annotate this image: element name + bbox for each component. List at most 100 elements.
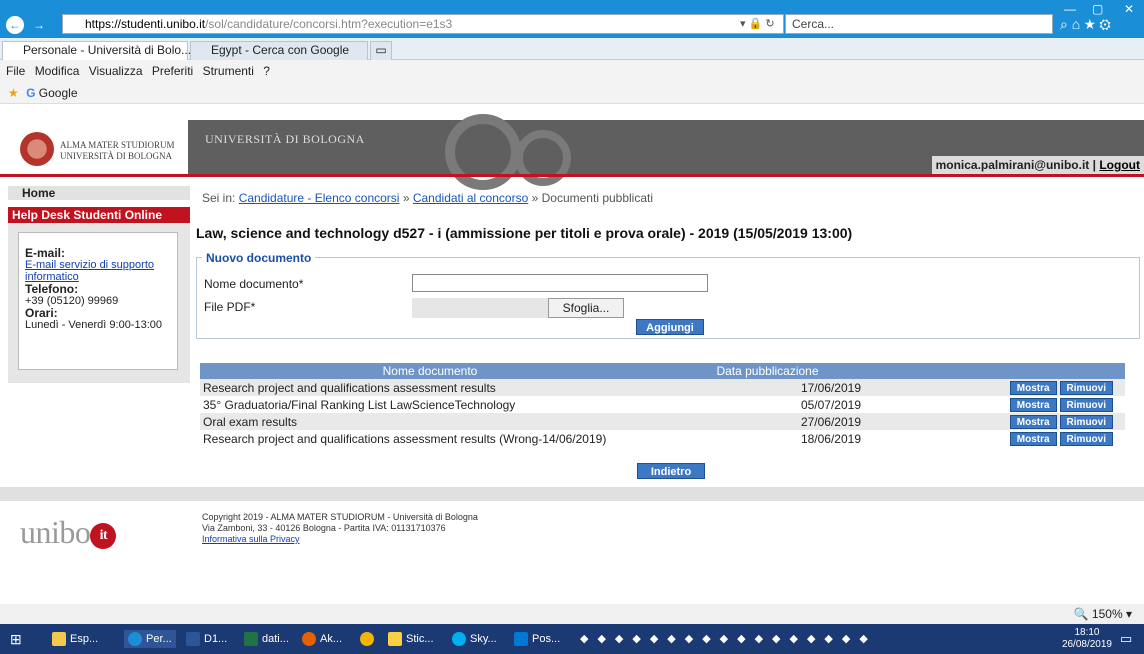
favorites-bar: ★ G Google xyxy=(0,82,1144,104)
taskbar-firefox[interactable]: Ak... xyxy=(302,630,342,648)
footer-divider xyxy=(0,487,1144,501)
windows-start-icon[interactable]: ⊞ xyxy=(10,630,22,648)
search-input[interactable]: Cerca... xyxy=(785,14,1053,34)
taskbar-label: D1... xyxy=(204,633,228,645)
university-logo[interactable]: ALMA MATER STUDIORUM UNIVERSITÀ DI BOLOG… xyxy=(0,120,190,174)
phone-label: Telefono: xyxy=(25,282,79,296)
sidebar-item-home[interactable]: Home xyxy=(8,186,190,200)
taskbar-sticky[interactable]: Stic... xyxy=(388,630,434,648)
hours-label: Orari: xyxy=(25,306,58,320)
breadcrumb-elenco-concorsi[interactable]: Candidature - Elenco concorsi xyxy=(239,191,400,205)
maximize-icon[interactable]: ▢ xyxy=(1092,2,1103,16)
publication-date: 18/06/2019 xyxy=(800,431,861,446)
copyright-text: Copyright 2019 - ALMA MATER STUDIORUM - … xyxy=(202,512,478,522)
column-header-actions xyxy=(875,363,1125,379)
address-bar[interactable]: https://studenti.unibo.it/sol/candidatur… xyxy=(62,14,784,34)
tab-bar: Personale - Università di Bolo... Egypt … xyxy=(0,38,1144,60)
url-host: https://studenti.unibo.it xyxy=(85,17,206,31)
helpdesk-box: E-mail: E-mail servizio di supporto info… xyxy=(18,232,178,370)
document-name-input[interactable] xyxy=(412,274,708,292)
taskbar-chrome[interactable] xyxy=(360,630,378,648)
show-button[interactable]: Mostra xyxy=(1009,381,1057,395)
gear-icon-small xyxy=(515,130,571,186)
show-button[interactable]: Mostra xyxy=(1009,415,1057,429)
documents-table: Nome documento Data pubblicazione Resear… xyxy=(200,363,1125,447)
breadcrumb-candidati[interactable]: Candidati al concorso xyxy=(413,191,528,205)
office-hours: Lunedì - Venerdì 9:00-13:00 xyxy=(25,319,162,331)
skype-icon xyxy=(452,632,466,647)
email-label: E-mail: xyxy=(25,246,66,260)
word-icon xyxy=(186,632,200,647)
remove-button[interactable]: Rimuovi xyxy=(1059,381,1113,395)
lock-icon: ▾ 🔒 ↻ xyxy=(740,18,775,30)
remove-button[interactable]: Rimuovi xyxy=(1059,415,1113,429)
menu-modifica[interactable]: Modifica xyxy=(35,64,80,78)
gear-icon xyxy=(445,114,521,190)
menu-preferiti[interactable]: Preferiti xyxy=(152,64,193,78)
toolbar-icons[interactable]: ⌕ ⌂ ★ ⚙ xyxy=(1060,16,1111,33)
taskbar-label: Pos... xyxy=(532,633,561,645)
menu-strumenti[interactable]: Strumenti xyxy=(203,64,254,78)
unibo-logo[interactable]: unibo it xyxy=(20,514,117,551)
firefox-icon xyxy=(302,632,316,647)
forward-icon[interactable]: → xyxy=(30,16,48,34)
sticky-notes-icon xyxy=(388,632,402,647)
favorites-star-icon[interactable]: ★ xyxy=(8,86,19,100)
tab-egypt[interactable]: Egypt - Cerca con Google xyxy=(190,41,368,60)
taskbar-clock[interactable]: 18:10 26/08/2019 xyxy=(1062,627,1112,651)
google-g-icon: G xyxy=(26,86,36,100)
close-icon[interactable]: ✕ xyxy=(1124,2,1134,16)
url-path: /sol/candidature/concorsi.htm?execution=… xyxy=(205,17,453,31)
unibo-it-badge: it xyxy=(90,522,117,549)
row-actions: Mostra Rimuovi xyxy=(875,396,1125,413)
favorite-google[interactable]: Google xyxy=(39,86,78,100)
taskbar-explorer[interactable]: Esp... xyxy=(52,630,98,648)
menu-visualizza[interactable]: Visualizza xyxy=(89,64,143,78)
remove-button[interactable]: Rimuovi xyxy=(1059,398,1113,412)
remove-button[interactable]: Rimuovi xyxy=(1059,432,1113,446)
seal-icon xyxy=(20,132,54,166)
logo-line2: UNIVERSITÀ DI BOLOGNA xyxy=(60,151,172,161)
publication-date: 05/07/2019 xyxy=(800,397,861,412)
new-tab-button[interactable]: ▭ xyxy=(370,41,392,60)
logout-link[interactable]: Logout xyxy=(1099,158,1140,172)
windows-taskbar: ⊞ Esp... Per... D1... dati... Ak... Stic… xyxy=(0,624,1144,654)
table-row: Oral exam results 27/06/2019 Mostra Rimuo… xyxy=(200,413,1125,430)
pdf-file-input[interactable] xyxy=(412,298,548,318)
add-button[interactable]: Aggiungi xyxy=(636,319,704,335)
table-row: Research project and qualifications asse… xyxy=(200,430,1125,447)
document-name-label: Nome documento* xyxy=(204,277,304,291)
taskbar-skype[interactable]: Sky... xyxy=(452,630,497,648)
logo-text: ALMA MATER STUDIORUM UNIVERSITÀ DI BOLOG… xyxy=(60,140,175,162)
privacy-link[interactable]: Informativa sulla Privacy xyxy=(202,534,300,544)
zoom-control[interactable]: 🔍 150% ▾ xyxy=(1074,607,1132,621)
user-area: monica.palmirani@unibo.it | Logout xyxy=(931,156,1144,174)
back-icon[interactable]: ← xyxy=(6,16,24,34)
taskbar-word[interactable]: D1... xyxy=(186,630,227,648)
ie-icon xyxy=(128,632,142,647)
show-button[interactable]: Mostra xyxy=(1009,432,1057,446)
footer-text: Copyright 2019 - ALMA MATER STUDIORUM - … xyxy=(202,512,478,545)
pdf-file-label: File PDF* xyxy=(204,300,256,314)
taskbar-ie[interactable]: Per... xyxy=(124,630,176,648)
menu-help[interactable]: ? xyxy=(263,64,270,78)
tab-personale[interactable]: Personale - Università di Bolo... xyxy=(2,41,191,60)
document-name: Oral exam results xyxy=(200,413,660,430)
support-email-link[interactable]: E-mail servizio di supporto informatico xyxy=(25,259,154,283)
user-separator: | xyxy=(1092,158,1096,172)
zoom-icon: 🔍 xyxy=(1073,607,1089,621)
browse-button[interactable]: Sfoglia... xyxy=(548,298,624,318)
unibo-logo-text: unibo xyxy=(20,514,91,550)
back-button[interactable]: Indietro xyxy=(637,463,705,479)
notifications-icon[interactable]: ▭ xyxy=(1120,630,1132,648)
browser-status-bar: 🔍 150% ▾ xyxy=(0,604,1144,624)
tray-icons[interactable]: ◆◆◆◆◆◆◆◆◆◆◆◆◆◆◆◆◆ xyxy=(580,630,877,648)
column-header-name: Nome documento xyxy=(200,363,660,379)
address-text: Via Zamboni, 33 - 40126 Bologna - Partit… xyxy=(202,523,446,533)
minimize-icon[interactable]: — xyxy=(1064,2,1076,16)
taskbar-mail[interactable]: Pos... xyxy=(514,630,560,648)
menu-file[interactable]: File xyxy=(6,64,25,78)
new-tab-icon: ▭ xyxy=(375,43,387,57)
show-button[interactable]: Mostra xyxy=(1009,398,1057,412)
taskbar-excel[interactable]: dati... xyxy=(244,630,289,648)
